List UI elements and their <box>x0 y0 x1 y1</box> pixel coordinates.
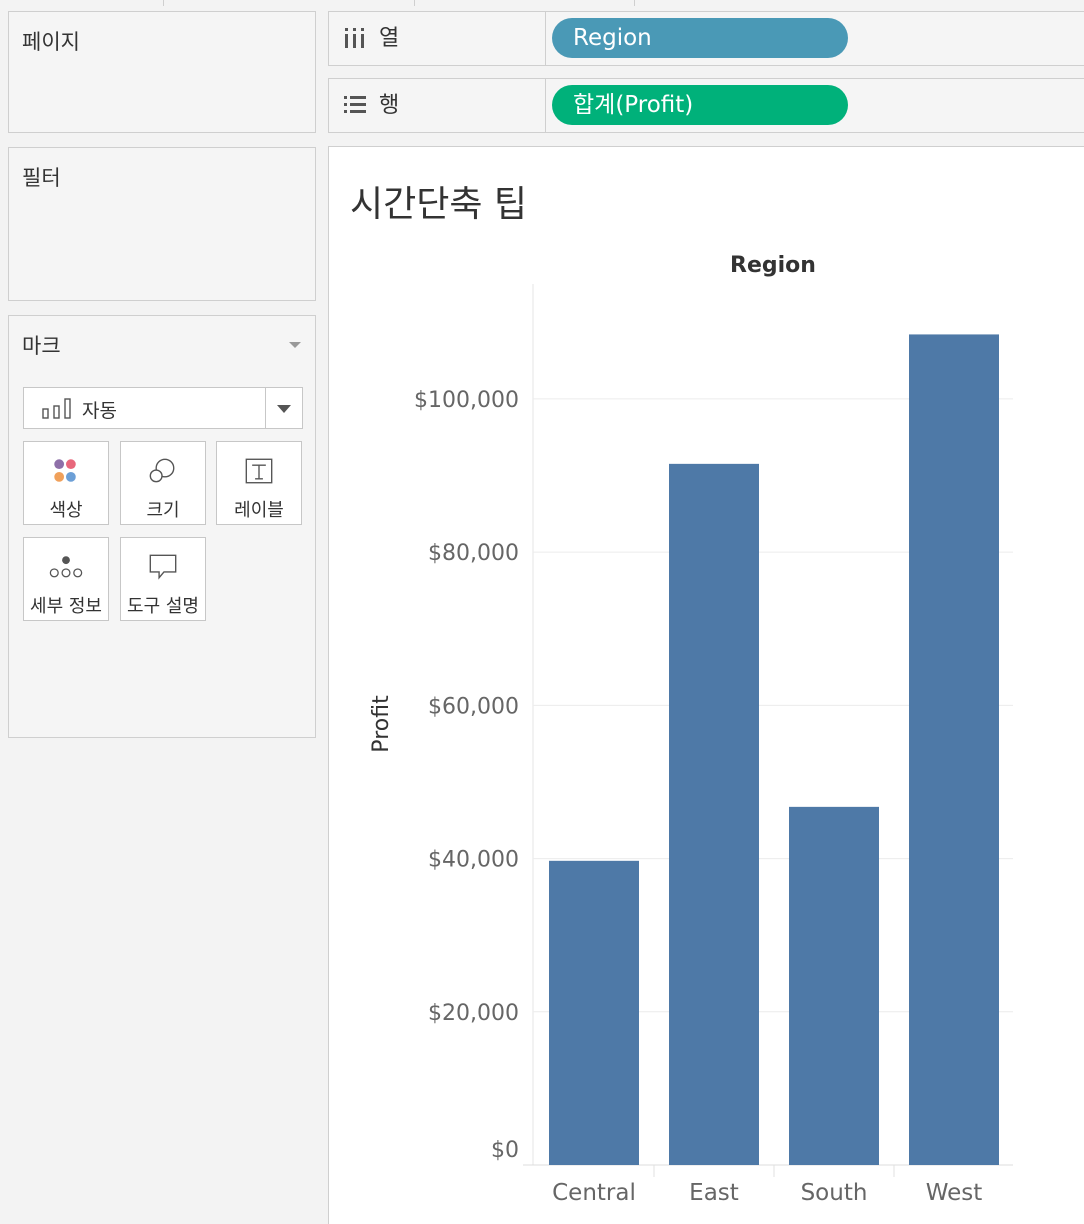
bar-south <box>789 806 879 1165</box>
filters-card[interactable]: 필터 <box>8 147 316 301</box>
top-strip <box>0 0 1084 6</box>
marks-menu-icon[interactable] <box>289 342 301 348</box>
tooltip-button[interactable]: 도구 설명 <box>120 537 206 621</box>
bar-chart: Region $0 $20,000 $40,000 $60,000 $80,000 $100… <box>369 253 1013 1206</box>
color-label: 색상 <box>49 500 83 521</box>
detail-label: 세부 정보 <box>30 596 102 617</box>
y-tick-label: $40,000 <box>428 848 519 873</box>
filters-title: 필터 <box>22 166 61 190</box>
strip-divider <box>634 0 635 6</box>
marks-card: 마크 자동 색상 크기 레이블 세부 정보 도구 설명 <box>8 315 316 738</box>
y-axis-title: Profit <box>369 695 394 753</box>
worksheet-view: 시간단축 팁 Region $0 $20,000 $40,000 $60,000 $80,… <box>328 146 1084 1224</box>
mark-type-label: 자동 <box>82 400 117 422</box>
columns-icon <box>345 28 364 48</box>
rows-label: 행 <box>379 93 400 118</box>
strip-divider <box>163 0 164 6</box>
rows-icon <box>344 96 366 113</box>
columns-label: 열 <box>379 26 400 51</box>
pages-card[interactable]: 페이지 <box>8 11 316 133</box>
strip-divider <box>414 0 415 6</box>
tooltip-bubble-icon <box>149 554 177 580</box>
x-tick-label: East <box>689 1180 739 1206</box>
x-tick-label: West <box>926 1180 983 1206</box>
bar-west <box>909 334 999 1165</box>
detail-dots-icon <box>49 556 83 578</box>
columns-shelf[interactable]: 열 Region <box>328 11 1084 66</box>
dropdown-divider <box>265 388 266 428</box>
x-tick-label: Central <box>552 1180 636 1206</box>
y-tick-label: $0 <box>491 1138 519 1163</box>
label-t-icon <box>245 458 273 484</box>
rows-shelf-header: 행 <box>329 79 546 132</box>
color-button[interactable]: 색상 <box>23 441 109 525</box>
chevron-down-icon <box>277 405 291 413</box>
detail-button[interactable]: 세부 정보 <box>23 537 109 621</box>
bar-east <box>669 463 759 1165</box>
bar-central <box>549 860 639 1165</box>
rows-shelf[interactable]: 행 합계(Profit) <box>328 78 1084 133</box>
bar-chart-icon <box>42 398 71 419</box>
label-button[interactable]: 레이블 <box>216 441 302 525</box>
columns-shelf-header: 열 <box>329 12 546 65</box>
mark-type-dropdown[interactable]: 자동 <box>23 387 303 429</box>
x-tick-label: South <box>801 1180 868 1206</box>
y-tick-label: $80,000 <box>428 541 519 566</box>
column-header: Region <box>730 253 816 278</box>
marks-title: 마크 <box>22 334 61 358</box>
size-button[interactable]: 크기 <box>120 441 206 525</box>
size-label: 크기 <box>146 500 180 521</box>
y-tick-label: $60,000 <box>428 694 519 719</box>
y-tick-label: $20,000 <box>428 1001 519 1026</box>
label-label: 레이블 <box>234 500 284 521</box>
region-pill[interactable]: Region <box>552 18 848 58</box>
tooltip-label: 도구 설명 <box>127 596 199 617</box>
y-tick-label: $100,000 <box>414 388 519 413</box>
color-dots-icon <box>54 459 76 482</box>
profit-sum-pill[interactable]: 합계(Profit) <box>552 85 848 125</box>
pages-title: 페이지 <box>22 30 80 54</box>
size-circles-icon <box>149 458 175 483</box>
